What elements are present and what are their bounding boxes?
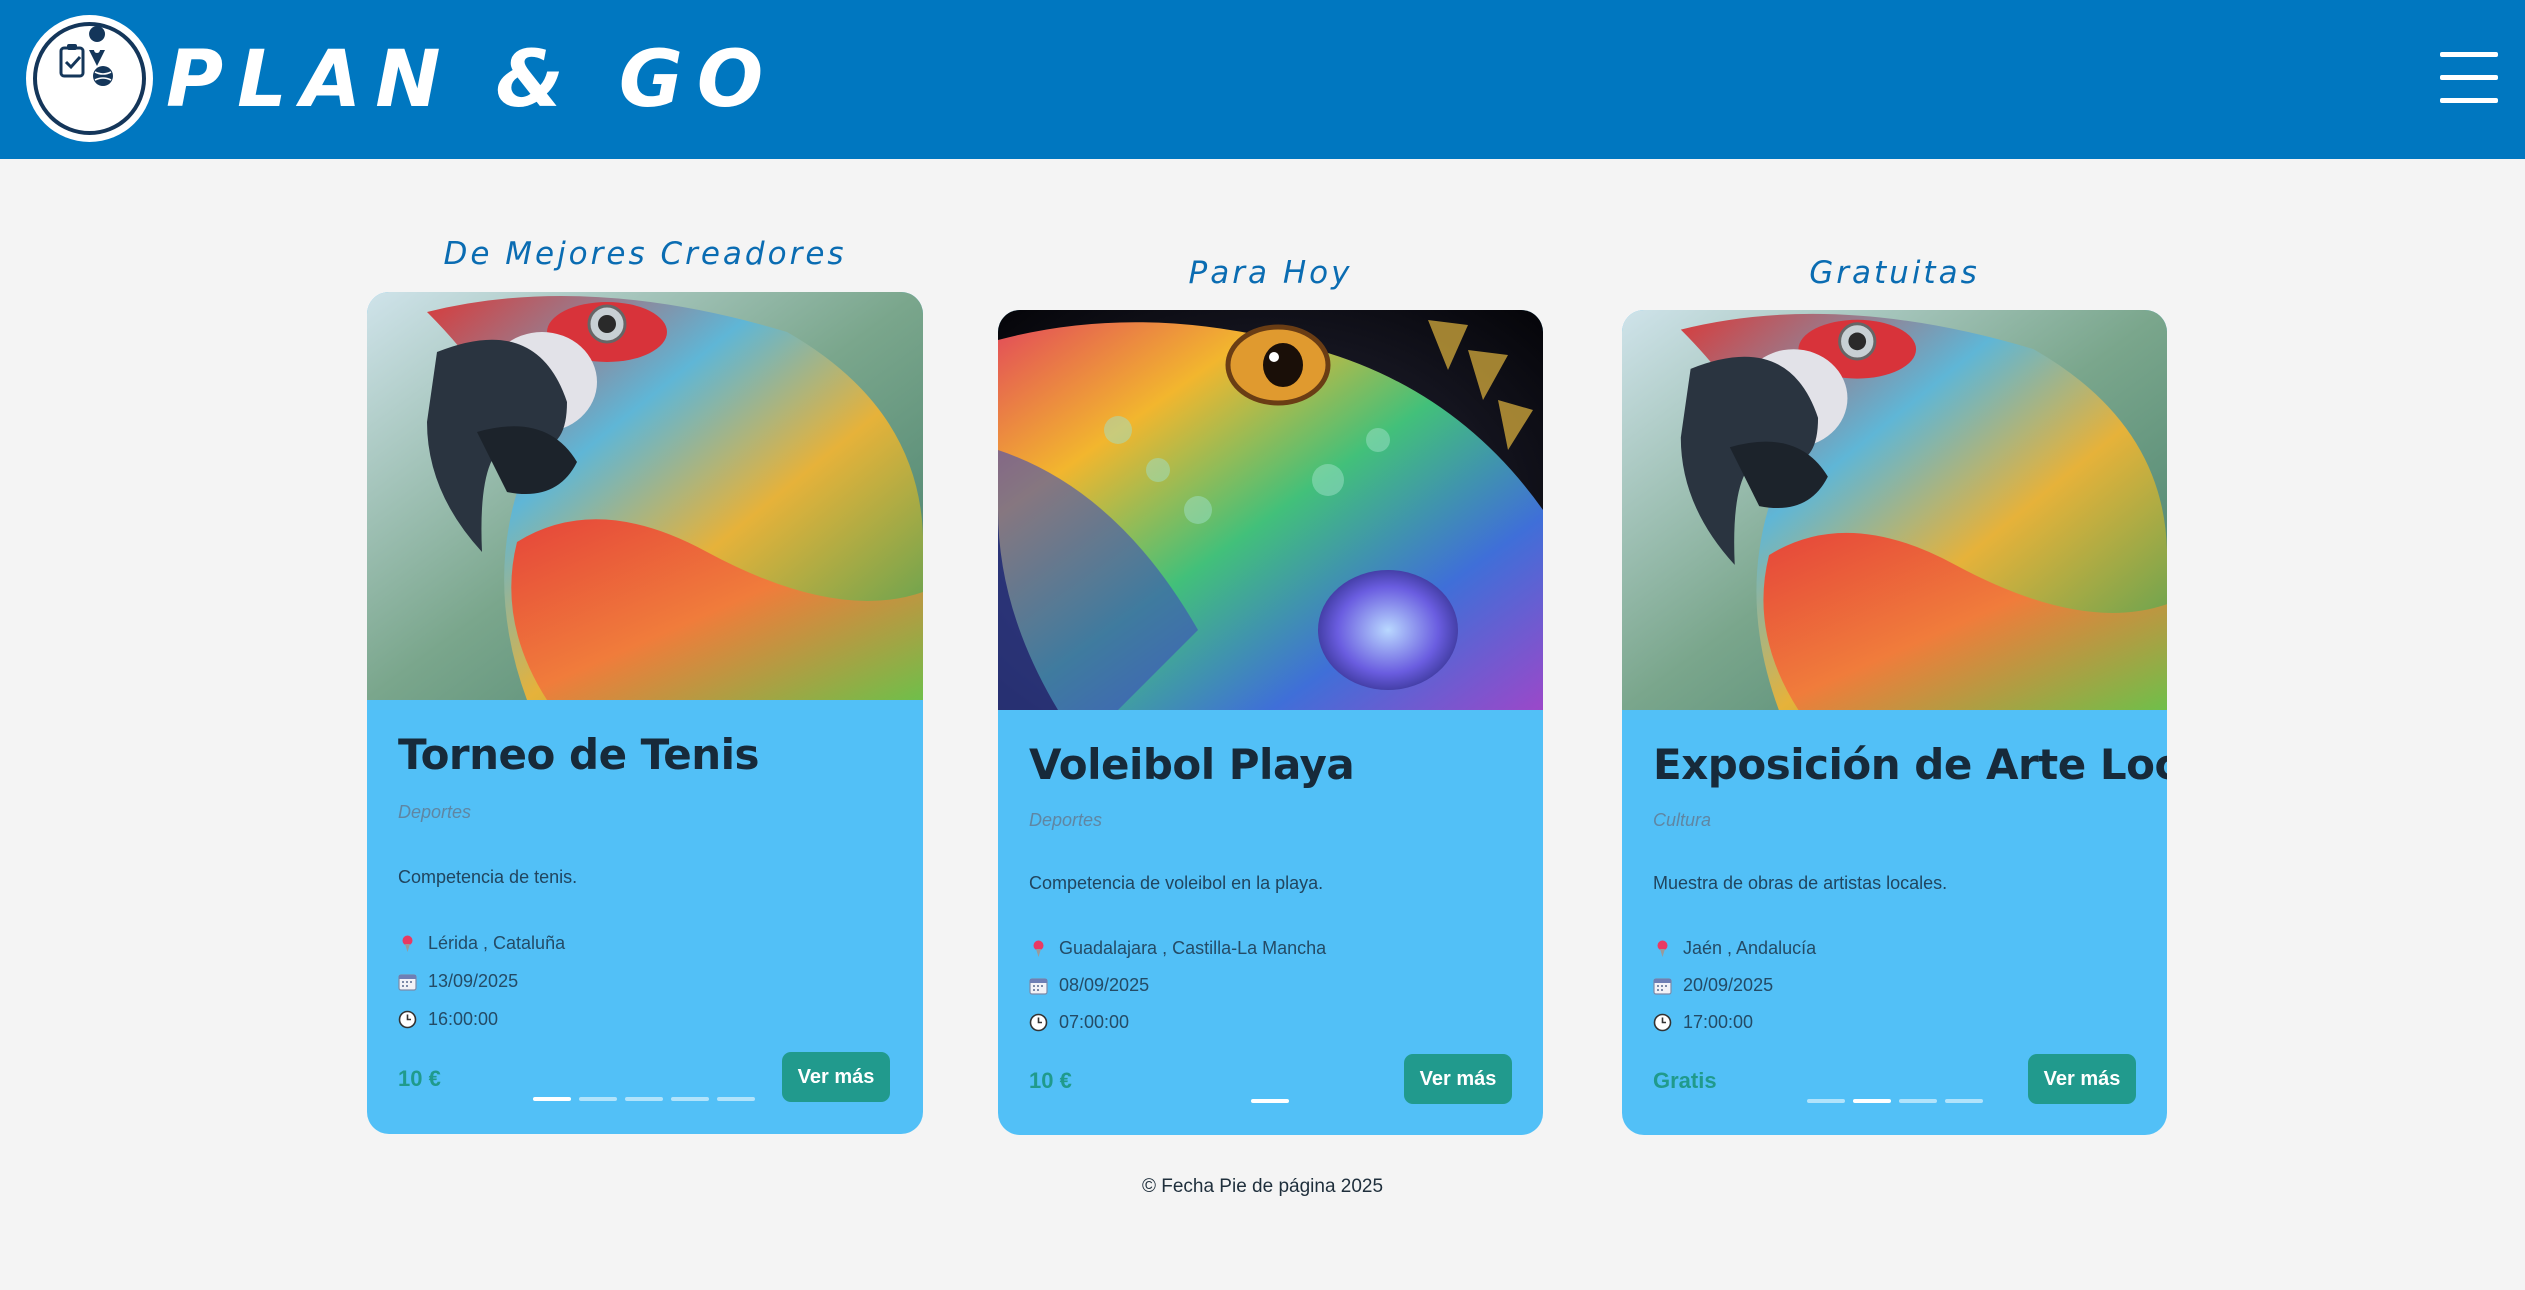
logo-emblem-icon: [59, 26, 113, 86]
event-location: Guadalajara , Castilla-La Mancha: [1029, 938, 1326, 959]
event-date-text: 13/09/2025: [428, 971, 519, 991]
event-date-text: 20/09/2025: [1683, 975, 1774, 995]
carousel-indicator: [533, 1097, 755, 1101]
event-location-text: Lérida , Cataluña: [428, 933, 566, 953]
calendar-icon: [398, 972, 417, 991]
carousel-dot[interactable]: [1853, 1099, 1891, 1103]
event-location-text: Guadalajara , Castilla-La Mancha: [1059, 938, 1327, 958]
event-date: 20/09/2025: [1653, 975, 1773, 996]
event-title: Torneo de Tenis: [398, 730, 760, 779]
event-price: Gratis: [1653, 1068, 1717, 1093]
event-title: Voleibol Playa: [1029, 740, 1355, 789]
event-description: Muestra de obras de artistas locales.: [1653, 873, 1948, 893]
calendar-icon: [1653, 976, 1672, 995]
carousel-dot[interactable]: [671, 1097, 709, 1101]
carousel-indicator: [1807, 1099, 1983, 1103]
event-time-text: 16:00:00: [428, 1009, 499, 1029]
section-title-para-hoy: Para Hoy: [1188, 255, 1353, 291]
event-date: 13/09/2025: [398, 971, 518, 992]
calendar-icon: [1029, 976, 1048, 995]
event-card[interactable]: Exposición de Arte Local Cultura Muestra…: [1622, 310, 2167, 1135]
event-description: Competencia de voleibol en la playa.: [1029, 873, 1324, 893]
clock-icon: [398, 1010, 417, 1029]
event-time-text: 07:00:00: [1059, 1012, 1130, 1032]
clock-icon: [1653, 1013, 1672, 1032]
section-title-gratuitas: Gratuitas: [1809, 255, 1980, 291]
event-title: Exposición de Arte Local: [1653, 740, 2167, 789]
event-category: Cultura: [1653, 810, 1712, 830]
map-pin-icon: [398, 934, 417, 953]
map-pin-icon: [1653, 939, 1672, 958]
clock-icon: [1029, 1013, 1048, 1032]
event-time: 17:00:00: [1653, 1012, 1753, 1033]
carousel-dot[interactable]: [717, 1097, 755, 1101]
hamburger-menu-icon[interactable]: [2440, 52, 2498, 104]
event-card[interactable]: Torneo de Tenis Deportes Competencia de …: [367, 292, 923, 1134]
page-footer: © Fecha Pie de página 2025: [1141, 1176, 1384, 1197]
activities-logo[interactable]: [26, 15, 153, 142]
carousel-dot[interactable]: [579, 1097, 617, 1101]
event-description: Competencia de tenis.: [398, 867, 578, 887]
logo-ring: [33, 22, 146, 135]
event-location-text: Jaén , Andalucía: [1683, 938, 1817, 958]
section-title-mejores-creadores: De Mejores Creadores: [443, 236, 847, 272]
brand-title: PLAN & GO: [166, 35, 778, 125]
carousel-indicator: [1251, 1099, 1289, 1103]
event-time: 07:00:00: [1029, 1012, 1129, 1033]
iguana-image: [998, 310, 1543, 710]
event-time: 16:00:00: [398, 1009, 498, 1030]
event-category: Deportes: [1029, 810, 1103, 830]
event-date-text: 08/09/2025: [1059, 975, 1150, 995]
event-time-text: 17:00:00: [1683, 1012, 1754, 1032]
event-location: Lérida , Cataluña: [398, 933, 565, 954]
parrot-image: [367, 292, 923, 700]
ver-mas-button[interactable]: Ver más: [782, 1052, 890, 1102]
carousel-dot[interactable]: [1899, 1099, 1937, 1103]
event-date: 08/09/2025: [1029, 975, 1149, 996]
event-price: 10 €: [1029, 1068, 1072, 1093]
event-price: 10 €: [398, 1066, 441, 1091]
event-card[interactable]: Voleibol Playa Deportes Competencia de v…: [998, 310, 1543, 1135]
ver-mas-button[interactable]: Ver más: [2028, 1054, 2136, 1104]
carousel-dot[interactable]: [1945, 1099, 1983, 1103]
parrot-image: [1622, 310, 2167, 710]
ver-mas-button[interactable]: Ver más: [1404, 1054, 1512, 1104]
top-navigation-bar: PLAN & GO: [0, 0, 2525, 159]
map-pin-icon: [1029, 939, 1048, 958]
carousel-dot[interactable]: [533, 1097, 571, 1101]
event-location: Jaén , Andalucía: [1653, 938, 1816, 959]
carousel-dot[interactable]: [625, 1097, 663, 1101]
carousel-dot[interactable]: [1251, 1099, 1289, 1103]
event-category: Deportes: [398, 802, 472, 822]
carousel-dot[interactable]: [1807, 1099, 1845, 1103]
